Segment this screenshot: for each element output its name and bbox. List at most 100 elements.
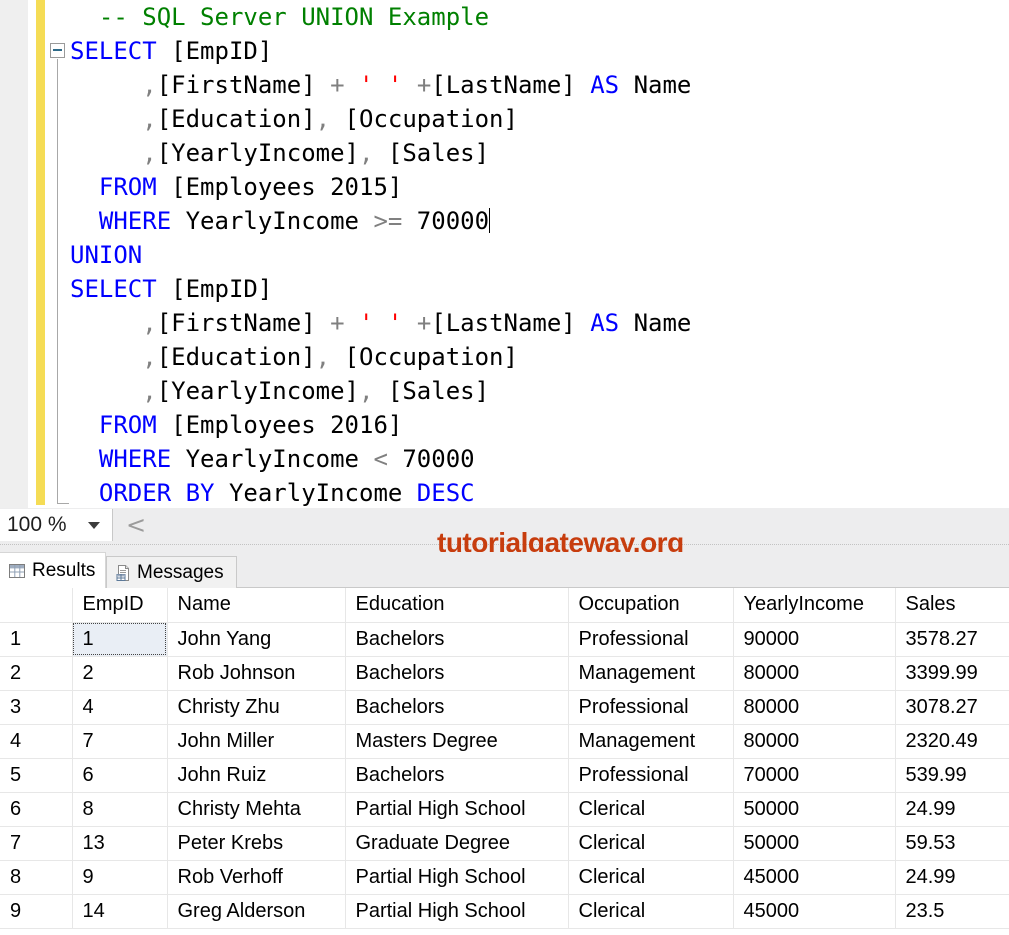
grid-cell[interactable]: 80000 <box>733 690 895 724</box>
grid-cell[interactable]: Bachelors <box>345 656 568 690</box>
grid-cell[interactable]: John Miller <box>167 724 345 758</box>
grid-cell[interactable]: Christy Mehta <box>167 792 345 826</box>
hscroll-left-arrow-icon[interactable]: < <box>126 511 146 539</box>
grid-cell[interactable]: Rob Verhoff <box>167 860 345 894</box>
grid-cell[interactable]: 4 <box>72 690 167 724</box>
grid-cell[interactable]: Partial High School <box>345 792 568 826</box>
grid-cell[interactable]: 45000 <box>733 894 895 928</box>
row-number-cell[interactable]: 1 <box>0 622 72 656</box>
code-line-15[interactable]: ORDER BY YearlyIncome DESC <box>70 476 1000 510</box>
row-number-cell[interactable]: 2 <box>0 656 72 690</box>
grid-cell[interactable]: 3578.27 <box>895 622 1009 656</box>
fold-guide-line <box>57 59 58 504</box>
code-line-3[interactable]: ,[FirstName] + ' ' +[LastName] AS Name <box>70 68 1000 102</box>
column-header-Occupation[interactable]: Occupation <box>568 588 733 622</box>
results-grid: EmpIDNameEducationOccupationYearlyIncome… <box>0 588 1009 929</box>
tab-messages[interactable]: Messages <box>106 556 237 588</box>
column-header-Education[interactable]: Education <box>345 588 568 622</box>
grid-cell[interactable]: Professional <box>568 690 733 724</box>
grid-cell[interactable]: 14 <box>72 894 167 928</box>
grid-cell[interactable]: Peter Krebs <box>167 826 345 860</box>
grid-cell[interactable]: 2320.49 <box>895 724 1009 758</box>
grid-cell[interactable]: Christy Zhu <box>167 690 345 724</box>
column-header-Sales[interactable]: Sales <box>895 588 1009 622</box>
row-number-cell[interactable]: 8 <box>0 860 72 894</box>
grid-cell[interactable]: Bachelors <box>345 690 568 724</box>
row-number-cell[interactable]: 7 <box>0 826 72 860</box>
column-header-EmpID[interactable]: EmpID <box>72 588 167 622</box>
code-line-11[interactable]: ,[Education], [Occupation] <box>70 340 1000 374</box>
indicator-margin <box>0 0 28 508</box>
grid-cell[interactable]: 6 <box>72 758 167 792</box>
grid-cell[interactable]: Bachelors <box>345 758 568 792</box>
grid-cell[interactable]: 3399.99 <box>895 656 1009 690</box>
grid-cell[interactable]: 13 <box>72 826 167 860</box>
code-line-13[interactable]: FROM [Employees 2016] <box>70 408 1000 442</box>
grid-cell[interactable]: 70000 <box>733 758 895 792</box>
grid-cell-selected[interactable]: 1 <box>72 622 167 656</box>
grid-cell[interactable]: Masters Degree <box>345 724 568 758</box>
editor-zoom-dropdown[interactable]: 100 % <box>0 509 113 541</box>
grid-cell[interactable]: Management <box>568 724 733 758</box>
grid-cell[interactable]: Management <box>568 656 733 690</box>
code-line-4[interactable]: ,[Education], [Occupation] <box>70 102 1000 136</box>
grid-cell[interactable]: John Yang <box>167 622 345 656</box>
grid-cell[interactable]: Bachelors <box>345 622 568 656</box>
table-row: 68Christy MehtaPartial High SchoolCleric… <box>0 792 1009 826</box>
grid-cell[interactable]: 90000 <box>733 622 895 656</box>
grid-cell[interactable]: 59.53 <box>895 826 1009 860</box>
grid-cell[interactable]: Professional <box>568 758 733 792</box>
grid-cell[interactable]: 23.5 <box>895 894 1009 928</box>
row-number-cell[interactable]: 4 <box>0 724 72 758</box>
grid-cell[interactable]: 50000 <box>733 826 895 860</box>
grid-cell[interactable]: Rob Johnson <box>167 656 345 690</box>
grid-cell[interactable]: Clerical <box>568 826 733 860</box>
grid-cell[interactable]: 8 <box>72 792 167 826</box>
grid-cell[interactable]: 3078.27 <box>895 690 1009 724</box>
sql-editor[interactable]: -- SQL Server UNION ExampleSELECT [EmpID… <box>0 0 1009 508</box>
grid-body: 11John YangBachelorsProfessional90000357… <box>0 622 1009 928</box>
grid-cell[interactable]: Clerical <box>568 860 733 894</box>
row-header-corner[interactable] <box>0 588 72 622</box>
grid-cell[interactable]: Clerical <box>568 792 733 826</box>
grid-cell[interactable]: 45000 <box>733 860 895 894</box>
grid-cell[interactable]: 9 <box>72 860 167 894</box>
tab-results[interactable]: Results <box>0 552 106 588</box>
row-number-cell[interactable]: 5 <box>0 758 72 792</box>
grid-cell[interactable]: Clerical <box>568 894 733 928</box>
sql-code[interactable]: -- SQL Server UNION ExampleSELECT [EmpID… <box>70 0 1000 510</box>
grid-cell[interactable]: 2 <box>72 656 167 690</box>
grid-cell[interactable]: Partial High School <box>345 894 568 928</box>
tab-messages-label: Messages <box>137 562 224 584</box>
column-header-YearlyIncome[interactable]: YearlyIncome <box>733 588 895 622</box>
grid-cell[interactable]: Professional <box>568 622 733 656</box>
grid-header-row: EmpIDNameEducationOccupationYearlyIncome… <box>0 588 1009 622</box>
grid-cell[interactable]: 80000 <box>733 724 895 758</box>
code-fold-collapse-icon[interactable] <box>50 43 65 58</box>
code-line-2[interactable]: SELECT [EmpID] <box>70 34 1000 68</box>
grid-cell[interactable]: 50000 <box>733 792 895 826</box>
grid-cell[interactable]: Partial High School <box>345 860 568 894</box>
code-line-12[interactable]: ,[YearlyIncome], [Sales] <box>70 374 1000 408</box>
row-number-cell[interactable]: 6 <box>0 792 72 826</box>
code-line-6[interactable]: FROM [Employees 2015] <box>70 170 1000 204</box>
table-row: 47John MillerMasters DegreeManagement800… <box>0 724 1009 758</box>
code-line-7[interactable]: WHERE YearlyIncome >= 70000 <box>70 204 1000 238</box>
grid-cell[interactable]: 24.99 <box>895 860 1009 894</box>
code-line-9[interactable]: SELECT [EmpID] <box>70 272 1000 306</box>
code-line-1[interactable]: -- SQL Server UNION Example <box>70 0 1000 34</box>
grid-cell[interactable]: 80000 <box>733 656 895 690</box>
code-line-14[interactable]: WHERE YearlyIncome < 70000 <box>70 442 1000 476</box>
grid-cell[interactable]: John Ruiz <box>167 758 345 792</box>
grid-cell[interactable]: Greg Alderson <box>167 894 345 928</box>
grid-cell[interactable]: Graduate Degree <box>345 826 568 860</box>
grid-cell[interactable]: 7 <box>72 724 167 758</box>
code-line-5[interactable]: ,[YearlyIncome], [Sales] <box>70 136 1000 170</box>
grid-cell[interactable]: 24.99 <box>895 792 1009 826</box>
grid-cell[interactable]: 539.99 <box>895 758 1009 792</box>
row-number-cell[interactable]: 9 <box>0 894 72 928</box>
code-line-10[interactable]: ,[FirstName] + ' ' +[LastName] AS Name <box>70 306 1000 340</box>
code-line-8[interactable]: UNION <box>70 238 1000 272</box>
row-number-cell[interactable]: 3 <box>0 690 72 724</box>
column-header-Name[interactable]: Name <box>167 588 345 622</box>
